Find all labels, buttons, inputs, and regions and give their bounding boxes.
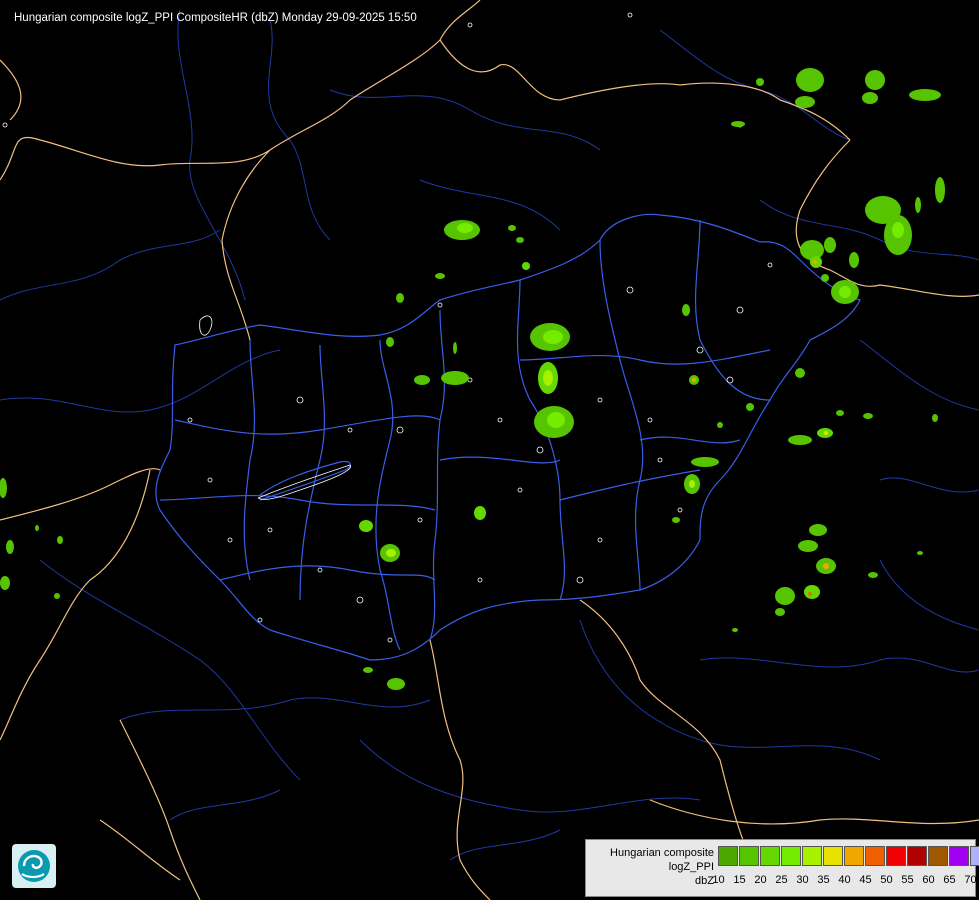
legend-tick-label: 70	[964, 874, 977, 886]
color-legend: Hungarian composite logZ_PPI dbZ 10 15 20 2…	[585, 839, 979, 897]
radar-map	[0, 0, 979, 900]
legend-swatch	[739, 846, 759, 866]
legend-tick-label: 35	[817, 874, 830, 886]
legend-line-1: Hungarian composite	[610, 847, 714, 859]
legend-tick-label: 25	[775, 874, 788, 886]
legend-swatch	[949, 846, 969, 866]
legend-swatch	[970, 846, 979, 866]
legend-swatch	[760, 846, 780, 866]
legend-label: Hungarian composite logZ_PPI dbZ	[586, 846, 714, 888]
legend-swatch	[907, 846, 927, 866]
legend-tick-label: 55	[901, 874, 914, 886]
legend-swatch	[886, 846, 906, 866]
legend-tick-label: 50	[880, 874, 893, 886]
legend-ticks: 10 15 20 25 30 35 40 45 50 55 60 65 70	[708, 874, 979, 886]
legend-tick-label: 10	[712, 874, 725, 886]
legend-tick-label: 65	[943, 874, 956, 886]
legend-tick-label: 45	[859, 874, 872, 886]
legend-swatch	[823, 846, 843, 866]
legend-swatch	[865, 846, 885, 866]
legend-swatches	[718, 846, 979, 868]
met-service-logo-icon	[12, 844, 56, 888]
legend-swatch	[844, 846, 864, 866]
legend-swatch	[781, 846, 801, 866]
map-title: Hungarian composite logZ_PPI CompositeHR…	[14, 12, 417, 24]
legend-tick-label: 20	[754, 874, 767, 886]
legend-swatch	[718, 846, 738, 866]
legend-tick-label: 40	[838, 874, 851, 886]
legend-tick-label: 15	[733, 874, 746, 886]
legend-swatch	[928, 846, 948, 866]
legend-tick-label: 60	[922, 874, 935, 886]
legend-line-2: logZ_PPI	[668, 861, 714, 873]
legend-swatch	[802, 846, 822, 866]
legend-line-3: dbZ	[695, 875, 714, 887]
legend-tick-label: 30	[796, 874, 809, 886]
